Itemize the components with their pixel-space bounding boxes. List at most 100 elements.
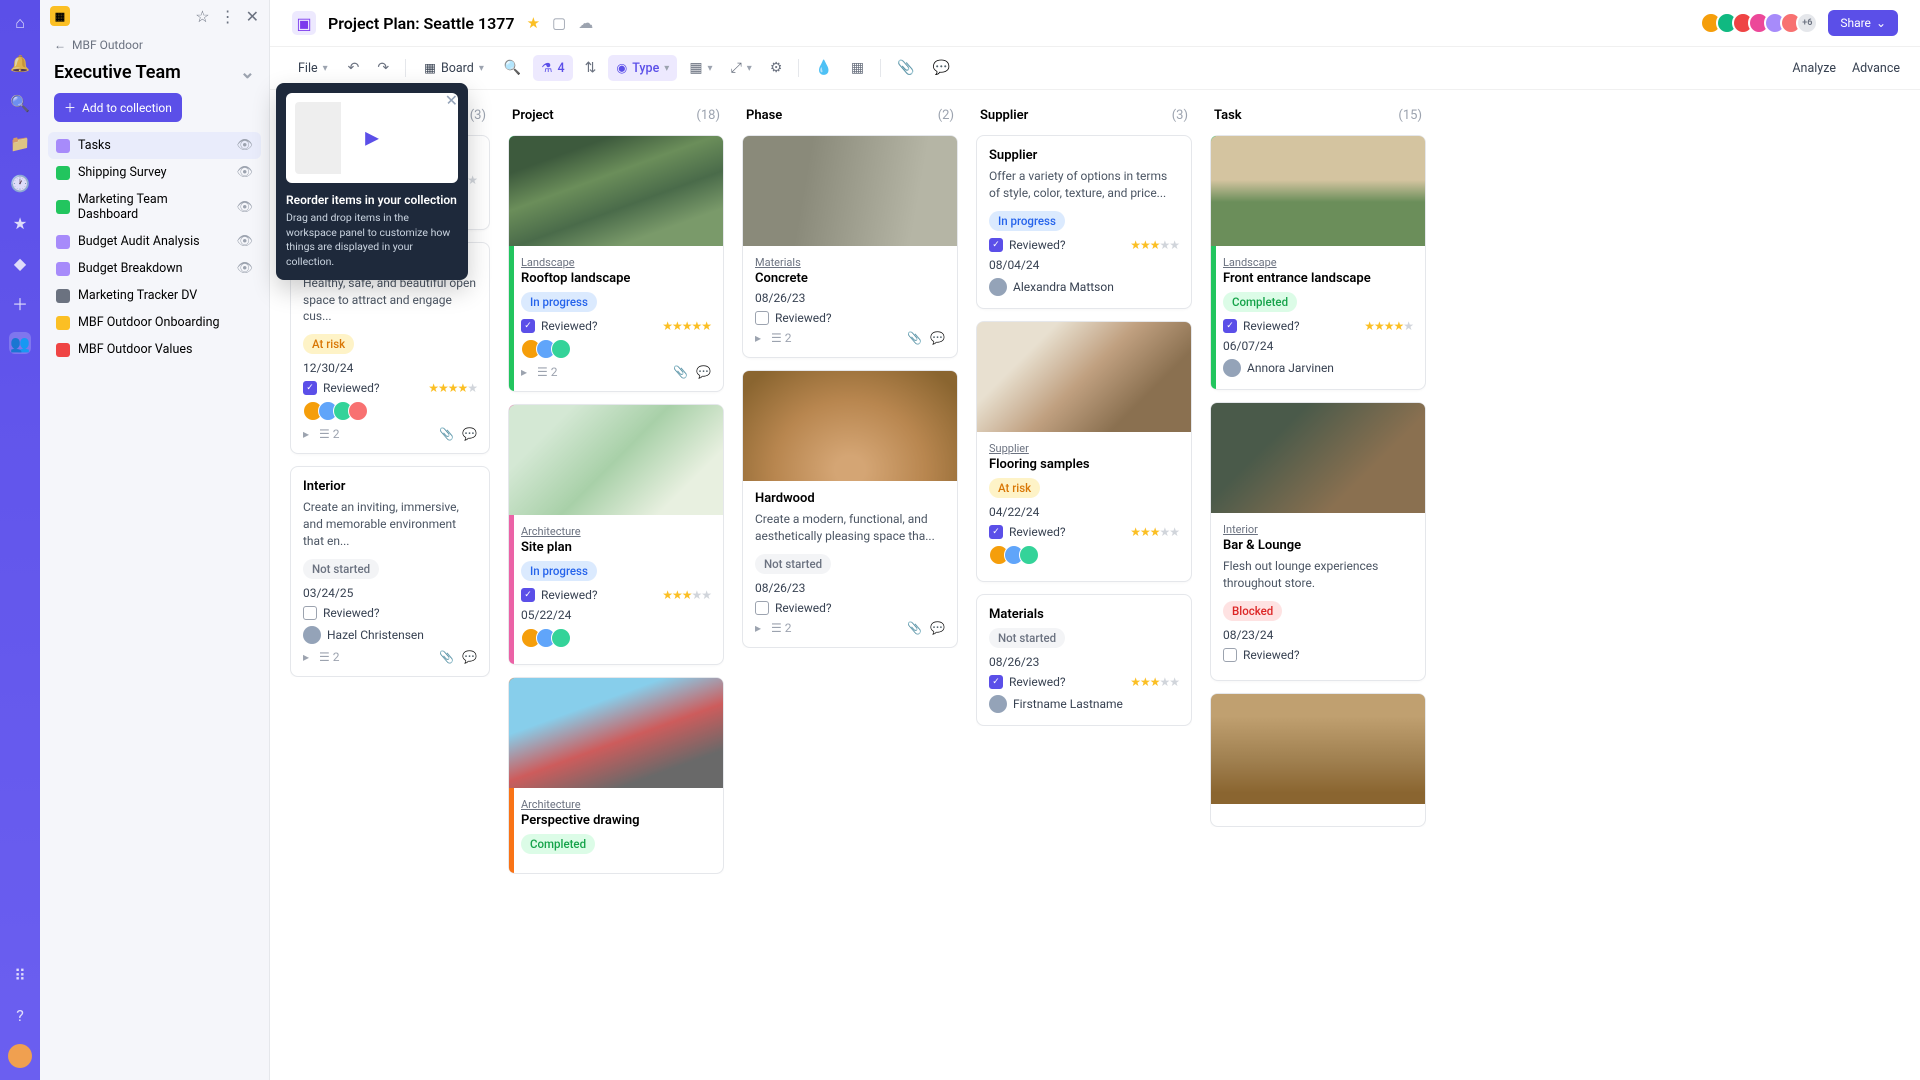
group-icon[interactable]: ▦▾ bbox=[683, 55, 718, 81]
attachment-icon[interactable]: 📎 bbox=[907, 331, 922, 345]
eye-icon[interactable]: 👁 bbox=[236, 234, 253, 249]
sort-icon[interactable]: ⇅ bbox=[579, 55, 603, 81]
type-button[interactable]: ◉ Type▾ bbox=[608, 55, 677, 81]
sidebar-item[interactable]: MBF Outdoor Onboarding bbox=[48, 309, 261, 336]
card-category[interactable]: Architecture bbox=[521, 525, 711, 538]
subtask-icon[interactable]: ☰ 2 bbox=[319, 650, 339, 664]
reviewed-row[interactable]: ✓Reviewed?★★★★★ bbox=[989, 525, 1179, 539]
sidebar-item[interactable]: Marketing Tracker DV bbox=[48, 282, 261, 309]
checkbox[interactable] bbox=[755, 601, 769, 615]
card-category[interactable]: Interior bbox=[1223, 523, 1413, 536]
card[interactable]: LandscapeFront entrance landscapeComplet… bbox=[1210, 135, 1426, 390]
checkbox[interactable] bbox=[303, 606, 317, 620]
sidebar-item[interactable]: Marketing Team Dashboard👁 bbox=[48, 186, 261, 228]
card[interactable]: MaterialsNot started08/26/23✓Reviewed?★★… bbox=[976, 594, 1192, 726]
checkbox[interactable]: ✓ bbox=[521, 588, 535, 602]
reviewed-row[interactable]: ✓Reviewed?★★★★★ bbox=[303, 381, 477, 395]
attachment-icon[interactable]: 📎 bbox=[439, 427, 454, 441]
user-avatar[interactable] bbox=[8, 1044, 32, 1068]
column-header[interactable]: Task(15) bbox=[1210, 104, 1426, 135]
checkbox[interactable]: ✓ bbox=[521, 319, 535, 333]
redo-icon[interactable]: ↷ bbox=[371, 55, 395, 81]
caret-icon[interactable]: ▸ bbox=[303, 650, 309, 664]
checkbox[interactable]: ✓ bbox=[989, 238, 1003, 252]
card-category[interactable]: Architecture bbox=[521, 798, 711, 811]
reviewed-row[interactable]: Reviewed? bbox=[755, 311, 945, 325]
file-menu[interactable]: File▾ bbox=[290, 56, 336, 81]
card[interactable]: InteriorCreate an inviting, immersive, a… bbox=[290, 466, 490, 676]
card[interactable]: HardwoodCreate a modern, functional, and… bbox=[742, 370, 958, 648]
card[interactable]: LandscapeRooftop landscapeIn progress✓Re… bbox=[508, 135, 724, 392]
subtask-icon[interactable]: ☰ 2 bbox=[537, 365, 557, 379]
message-icon[interactable]: ▢ bbox=[552, 14, 566, 32]
diamond-icon[interactable]: ◆ bbox=[9, 252, 31, 274]
card[interactable]: InteriorBar & LoungeFlesh out lounge exp… bbox=[1210, 402, 1426, 681]
reviewed-row[interactable]: ✓Reviewed?★★★★★ bbox=[1223, 319, 1413, 333]
column-header[interactable]: Phase(2) bbox=[742, 104, 958, 135]
reviewed-row[interactable]: ✓Reviewed?★★★★★ bbox=[521, 588, 711, 602]
caret-icon[interactable]: ▸ bbox=[521, 365, 527, 379]
apps-icon[interactable]: ⠿ bbox=[9, 964, 31, 986]
card[interactable]: ArchitectureSite planIn progress✓Reviewe… bbox=[508, 404, 724, 665]
card[interactable]: SupplierOffer a variety of options in te… bbox=[976, 135, 1192, 309]
reviewed-row[interactable]: Reviewed? bbox=[303, 606, 477, 620]
tab-more-icon[interactable]: ⋮ bbox=[220, 7, 236, 26]
card[interactable]: MaterialsConcrete08/26/23Reviewed?▸☰ 2📎💬 bbox=[742, 135, 958, 358]
reviewed-row[interactable]: ✓Reviewed?★★★★★ bbox=[521, 319, 711, 333]
checkbox[interactable]: ✓ bbox=[1223, 319, 1237, 333]
subtask-icon[interactable]: ☰ 2 bbox=[319, 427, 339, 441]
card[interactable]: ArchitecturePerspective drawingCompleted bbox=[508, 677, 724, 874]
checkbox[interactable] bbox=[755, 311, 769, 325]
reviewed-row[interactable]: Reviewed? bbox=[755, 601, 945, 615]
chevron-down-icon[interactable]: ⌄ bbox=[240, 62, 255, 83]
column-header[interactable]: Supplier(3) bbox=[976, 104, 1192, 135]
group-icon[interactable]: 👥 bbox=[9, 332, 31, 354]
folder-icon[interactable]: 📁 bbox=[9, 132, 31, 154]
sidebar-item[interactable]: Tasks👁 bbox=[48, 132, 261, 159]
advance-button[interactable]: Advance bbox=[1852, 61, 1900, 76]
help-icon[interactable]: ? bbox=[9, 1004, 31, 1026]
subtask-icon[interactable]: ☰ 2 bbox=[771, 331, 791, 345]
tab-star-icon[interactable]: ☆ bbox=[195, 7, 209, 26]
paint-icon[interactable]: 💧 bbox=[809, 55, 838, 81]
add-to-collection-button[interactable]: ＋ Add to collection bbox=[54, 93, 182, 122]
caret-icon[interactable]: ▸ bbox=[755, 621, 761, 635]
tooltip-preview[interactable]: ▶ bbox=[286, 93, 458, 183]
share-button[interactable]: Share⌄ bbox=[1828, 10, 1898, 36]
sidebar-item[interactable]: Budget Audit Analysis👁 bbox=[48, 228, 261, 255]
card[interactable]: SupplierFlooring samplesAt risk04/22/24✓… bbox=[976, 321, 1192, 582]
checkbox[interactable] bbox=[1223, 648, 1237, 662]
comment-icon[interactable]: 💬 bbox=[926, 55, 955, 81]
checkbox[interactable]: ✓ bbox=[989, 525, 1003, 539]
cloud-icon[interactable]: ☁ bbox=[578, 14, 593, 32]
search-icon[interactable]: 🔍 bbox=[9, 92, 31, 114]
attachment-icon[interactable]: 📎 bbox=[907, 621, 922, 635]
clock-icon[interactable]: 🕐 bbox=[9, 172, 31, 194]
subtask-icon[interactable]: ☰ 2 bbox=[771, 621, 791, 635]
settings-icon[interactable]: ⚙ bbox=[764, 55, 789, 81]
comment-icon[interactable]: 💬 bbox=[930, 621, 945, 635]
plus-icon[interactable]: ＋ bbox=[9, 292, 31, 314]
card-category[interactable]: Supplier bbox=[989, 442, 1179, 455]
eye-icon[interactable]: 👁 bbox=[236, 165, 253, 180]
attach-icon[interactable]: 📎 bbox=[891, 55, 920, 81]
checkbox[interactable]: ✓ bbox=[303, 381, 317, 395]
comment-icon[interactable]: 💬 bbox=[462, 650, 477, 664]
table-icon[interactable]: ▦ bbox=[845, 55, 870, 81]
sidebar-item[interactable]: Shipping Survey👁 bbox=[48, 159, 261, 186]
reviewed-row[interactable]: Reviewed? bbox=[1223, 648, 1413, 662]
attachment-icon[interactable]: 📎 bbox=[439, 650, 454, 664]
comment-icon[interactable]: 💬 bbox=[696, 365, 711, 379]
undo-icon[interactable]: ↶ bbox=[342, 55, 366, 81]
view-board[interactable]: ▦ Board▾ bbox=[416, 55, 492, 81]
sidebar-item[interactable]: Budget Breakdown👁 bbox=[48, 255, 261, 282]
breadcrumb[interactable]: ← MBF Outdoor bbox=[40, 32, 269, 58]
sidebar-title[interactable]: Executive Team ⌄ bbox=[40, 58, 269, 93]
card[interactable] bbox=[1210, 693, 1426, 827]
eye-icon[interactable]: 👁 bbox=[236, 200, 253, 215]
back-icon[interactable]: ← bbox=[54, 38, 66, 52]
eye-icon[interactable]: 👁 bbox=[236, 261, 253, 276]
card-category[interactable]: Materials bbox=[755, 256, 945, 269]
bell-icon[interactable]: 🔔 bbox=[9, 52, 31, 74]
filter-button[interactable]: ⚗ 4 bbox=[533, 55, 572, 81]
